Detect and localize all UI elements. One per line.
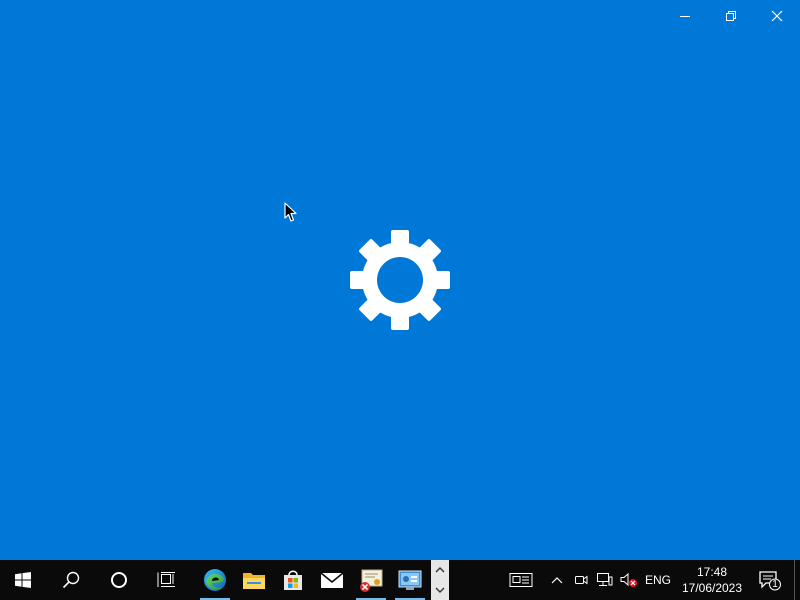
taskbar-app-store[interactable]: [276, 560, 310, 600]
taskbar-app-edge[interactable]: [198, 560, 232, 600]
certificate-error-icon: [360, 569, 383, 592]
minimize-icon: [680, 16, 690, 17]
restore-icon: [726, 11, 736, 21]
start-button[interactable]: [0, 560, 46, 600]
cortana-circle-icon: [111, 572, 127, 588]
task-view-icon: [157, 572, 175, 587]
taskbar-app-control-panel[interactable]: [393, 560, 427, 600]
settings-splash-window: [0, 0, 800, 560]
taskbar-scroller: [431, 560, 449, 600]
network-icon: [597, 573, 613, 586]
meet-now-icon: [575, 575, 588, 585]
store-bag-icon: [284, 570, 302, 590]
mail-icon: [320, 572, 344, 588]
show-hidden-icons-chevron: [551, 577, 563, 584]
minimize-button[interactable]: [662, 0, 708, 32]
edge-icon: [204, 569, 226, 591]
chevron-down-icon: [435, 587, 445, 593]
taskbar-app-certificate[interactable]: [354, 560, 388, 600]
search-icon: [62, 571, 80, 589]
action-center-button[interactable]: 1: [756, 560, 784, 600]
show-hidden-icons-button[interactable]: [548, 560, 566, 600]
search-button[interactable]: [48, 560, 94, 600]
task-view-button[interactable]: [144, 560, 190, 600]
meet-now-button[interactable]: [572, 560, 590, 600]
show-desktop-button[interactable]: [794, 560, 800, 600]
taskbar-app-mail[interactable]: [315, 560, 349, 600]
folder-icon: [243, 573, 265, 589]
clock-time: 17:48: [696, 565, 728, 579]
clock[interactable]: 17:48 17/06/2023: [670, 560, 754, 600]
mouse-pointer-icon: [284, 202, 297, 222]
notification-count-badge: 1: [772, 579, 778, 590]
settings-gear-icon: [350, 230, 450, 330]
volume-muted-icon: [620, 572, 637, 587]
clock-date: 17/06/2023: [681, 581, 743, 595]
network-button[interactable]: [595, 560, 615, 600]
taskbar-app-file-explorer[interactable]: [237, 560, 271, 600]
restore-button[interactable]: [708, 0, 754, 32]
chevron-up-icon: [435, 567, 445, 573]
language-label: ENG: [644, 573, 671, 587]
scroll-up-button[interactable]: [431, 560, 449, 580]
news-widget-button[interactable]: [505, 560, 537, 600]
news-widget-icon: [509, 573, 533, 587]
close-button[interactable]: [754, 0, 800, 32]
close-icon: [771, 10, 783, 22]
windows-logo-icon: [15, 572, 31, 588]
volume-button[interactable]: [619, 560, 639, 600]
scroll-down-button[interactable]: [431, 580, 449, 600]
cortana-button[interactable]: [96, 560, 142, 600]
input-language-indicator[interactable]: ENG: [643, 560, 673, 600]
control-panel-icon: [398, 570, 422, 590]
